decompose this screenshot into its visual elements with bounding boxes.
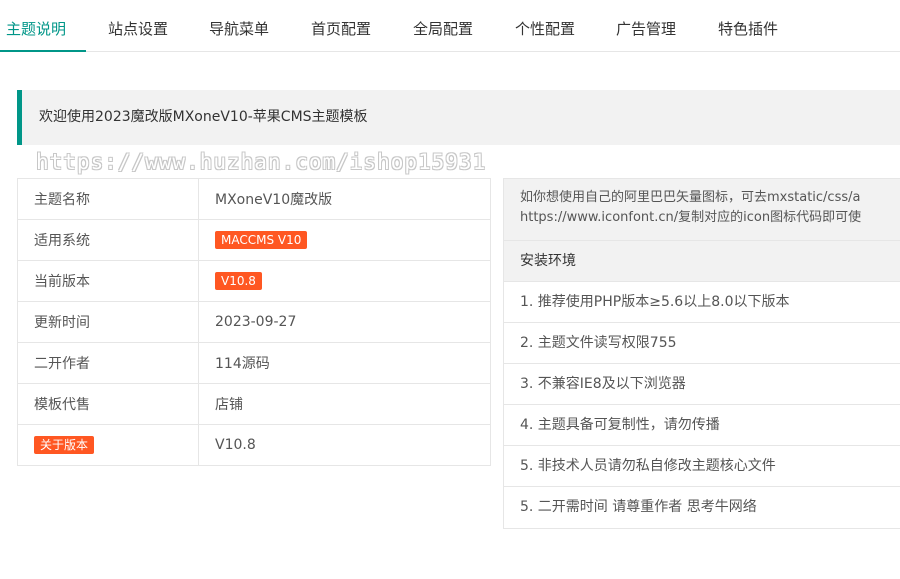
active-tab-indicator [0,50,86,52]
tab-global-config[interactable]: 全局配置 [413,0,473,52]
notice-line: https://www.iconfont.cn/复制对应的icon图标代码即可使 [520,210,862,225]
info-label: 适用系统 [17,219,199,261]
notice-line: 如你想使用自己的阿里巴巴矢量图标，可去mxstatic/css/a [520,190,861,205]
info-label-cell: 关于版本 [17,424,199,466]
table-row: 主题名称 MXoneV10魔改版 [17,178,491,220]
tab-site-settings[interactable]: 站点设置 [108,0,168,52]
info-label: 二开作者 [17,342,199,384]
theme-info-table: 主题名称 MXoneV10魔改版 适用系统 MACCMS V10 当前版本 V1… [17,178,491,466]
welcome-text: 欢迎使用2023魔改版MXoneV10-苹果CMS主题模板 [39,109,368,125]
info-value: 2023-09-27 [198,301,491,343]
list-item: 1. 推荐使用PHP版本≥5.6以上8.0以下版本 [504,282,900,323]
version-badge: V10.8 [215,272,262,290]
info-value: V10.8 [198,424,491,466]
table-row: 关于版本 V10.8 [17,424,491,466]
info-label: 模板代售 [17,383,199,425]
info-value: MXoneV10魔改版 [198,178,491,220]
shop-link[interactable]: 店铺 [198,383,491,425]
icon-notice: 如你想使用自己的阿里巴巴矢量图标，可去mxstatic/css/a https:… [504,179,900,241]
list-item: 3. 不兼容IE8及以下浏览器 [504,364,900,405]
table-row: 适用系统 MACCMS V10 [17,219,491,261]
tab-personal-config[interactable]: 个性配置 [515,0,575,52]
install-panel: 如你想使用自己的阿里巴巴矢量图标，可去mxstatic/css/a https:… [503,178,900,529]
system-badge: MACCMS V10 [215,231,308,249]
welcome-banner: 欢迎使用2023魔改版MXoneV10-苹果CMS主题模板 [17,90,900,145]
table-row: 模板代售 店铺 [17,383,491,425]
info-label: 主题名称 [17,178,199,220]
table-row: 二开作者 114源码 [17,342,491,384]
tab-home-config[interactable]: 首页配置 [311,0,371,52]
table-row: 更新时间 2023-09-27 [17,301,491,343]
tab-nav-menu[interactable]: 导航菜单 [209,0,269,52]
tab-theme-info[interactable]: 主题说明 [6,0,66,52]
list-item: 4. 主题具备可复制性，请勿传播 [504,405,900,446]
info-value: 114源码 [198,342,491,384]
tab-bar: 主题说明 站点设置 导航菜单 首页配置 全局配置 个性配置 广告管理 特色插件 [0,0,900,52]
env-title: 安装环境 [504,241,900,282]
tab-ad-management[interactable]: 广告管理 [616,0,676,52]
info-label: 更新时间 [17,301,199,343]
info-label: 当前版本 [17,260,199,302]
list-item: 5. 非技术人员请勿私自修改主题核心文件 [504,446,900,487]
tab-featured-plugins[interactable]: 特色插件 [718,0,778,52]
info-value-cell: MACCMS V10 [198,219,491,261]
about-version-button[interactable]: 关于版本 [34,436,95,454]
table-row: 当前版本 V10.8 [17,260,491,302]
info-value-cell: V10.8 [198,260,491,302]
list-item: 5. 二开需时间 请尊重作者 思考牛网络 [520,499,757,515]
list-item: 2. 主题文件读写权限755 [504,323,900,364]
watermark-url: https://www.huzhan.com/ishop15931 [36,150,487,174]
